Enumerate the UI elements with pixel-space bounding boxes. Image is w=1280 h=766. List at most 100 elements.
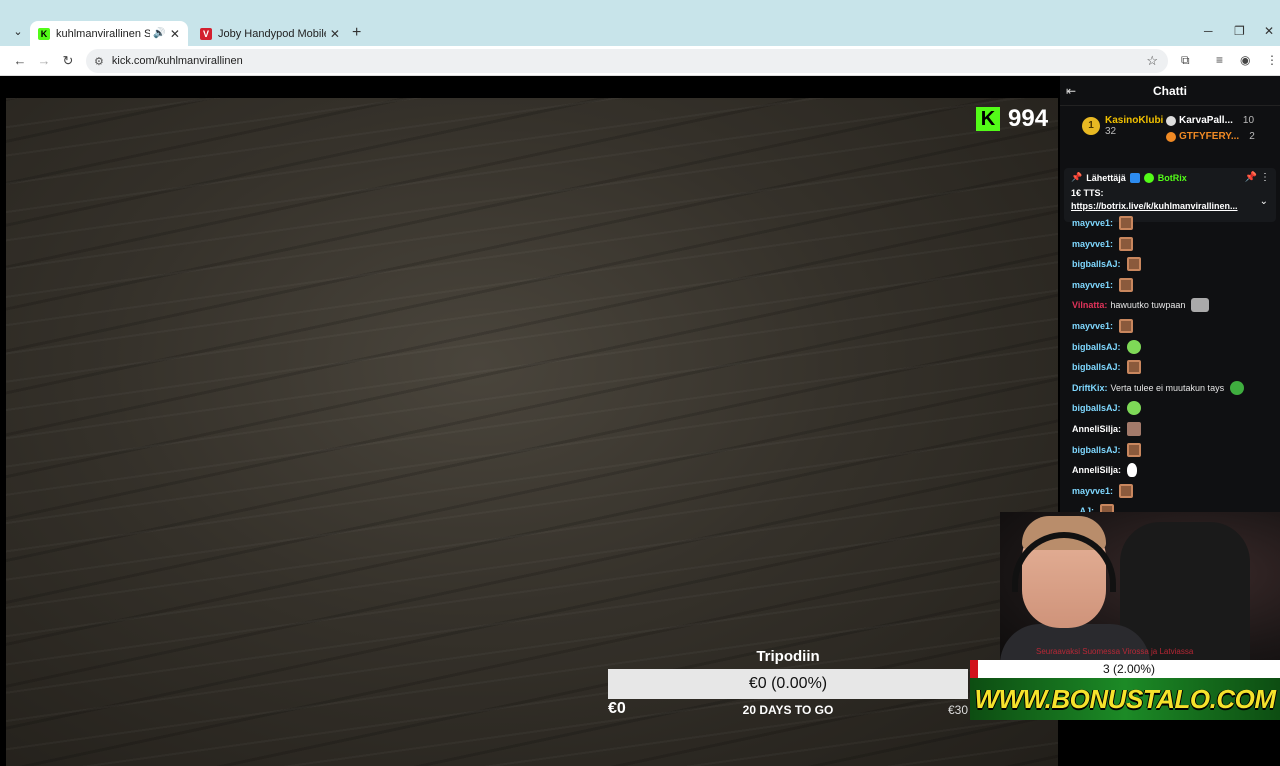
- alien-emote-icon: [1126, 339, 1141, 354]
- box-emote-icon: [1126, 442, 1141, 457]
- browser-toolbar: ← → ↻ ⚙ kick.com/kuhlmanvirallinen ☆ ⧉ ≡…: [0, 46, 1280, 76]
- tab-kick-stream[interactable]: K kuhlmanvirallinen Stream - 🔊 ✕: [30, 21, 188, 46]
- menu-icon[interactable]: ⋮: [1266, 53, 1278, 67]
- chat-username[interactable]: bigballsAJ:: [1072, 362, 1121, 372]
- chat-message[interactable]: mayvve1:: [1072, 483, 1134, 498]
- leader-count: 32: [1105, 126, 1117, 137]
- close-window-icon[interactable]: ✕: [1264, 24, 1274, 38]
- alien-emote-icon: [1126, 401, 1141, 416]
- leader-count: 2: [1249, 131, 1255, 142]
- chat-message[interactable]: mayvve1:: [1072, 216, 1134, 230]
- chat-username[interactable]: mayvve1:: [1072, 239, 1113, 249]
- address-bar[interactable]: ⚙ kick.com/kuhlmanvirallinen ☆: [86, 49, 1168, 73]
- chat-header: ⇤ Chatti: [1060, 76, 1280, 106]
- pinned-by-label: Lähettäjä: [1086, 172, 1126, 183]
- gift-icon: [1166, 115, 1176, 126]
- pinned-text: 1€ TTS:: [1071, 188, 1104, 198]
- pin-icon: 📌: [1071, 172, 1083, 182]
- cat-emote-icon: [1191, 298, 1210, 313]
- sub-goal-bar: 3 (2.00%): [978, 660, 1280, 678]
- chat-message[interactable]: Vilnatta: hawuutko tuwpaan: [1072, 298, 1210, 313]
- chat-message[interactable]: bigballsAJ:: [1072, 339, 1141, 354]
- kick-logo-icon: K: [976, 107, 1000, 131]
- stream-video-frame[interactable]: [6, 98, 1058, 766]
- leader-name: KasinoKlubi: [1105, 115, 1164, 126]
- box-emote-icon: [1126, 360, 1141, 375]
- chat-message[interactable]: mayvve1:: [1072, 319, 1134, 333]
- sub-goal-accent: [970, 660, 978, 678]
- chat-message[interactable]: bigballsAJ:: [1072, 257, 1141, 272]
- browser-titlebar: ⌄ K kuhlmanvirallinen Stream - 🔊 ✕ V Job…: [0, 0, 1280, 46]
- leaderboard-entry[interactable]: GTFYFERY... 2: [1166, 131, 1255, 142]
- chat-username[interactable]: mayvve1:: [1072, 218, 1113, 228]
- chat-username[interactable]: bigballsAJ:: [1072, 403, 1121, 413]
- kick-favicon-icon: K: [38, 27, 50, 40]
- viewer-count: 994: [1008, 105, 1049, 132]
- forward-icon[interactable]: →: [36, 53, 52, 68]
- chat-username[interactable]: bigballsAJ:: [1072, 259, 1121, 269]
- goal-max-label: €30: [948, 703, 969, 717]
- chat-username[interactable]: mayvve1:: [1072, 486, 1113, 496]
- profile-icon[interactable]: ◉: [1240, 53, 1250, 67]
- pin-options-icon[interactable]: 📌 ⋮: [1245, 172, 1270, 183]
- chat-username[interactable]: AnneliSilja:: [1072, 465, 1121, 475]
- tab-joby[interactable]: V Joby Handypod Mobile -minija ✕: [192, 21, 348, 46]
- chat-username[interactable]: AnneliSilja:: [1072, 424, 1121, 434]
- verkkokauppa-favicon-icon: V: [200, 27, 212, 40]
- sponsor-banner: WWW.BONUSTALO.COM: [970, 678, 1280, 720]
- new-tab-button[interactable]: +: [352, 24, 361, 42]
- box-emote-icon: [1119, 483, 1134, 498]
- chat-message[interactable]: mayvve1:: [1072, 236, 1134, 251]
- media-control-icon[interactable]: ≡: [1216, 53, 1223, 67]
- tab-search-icon[interactable]: ⌄: [9, 23, 27, 41]
- site-info-icon[interactable]: ⚙: [94, 55, 104, 68]
- video-player[interactable]: [0, 76, 1060, 766]
- chat-username[interactable]: bigballsAJ:: [1072, 445, 1121, 455]
- box-emote-icon: [1119, 277, 1134, 292]
- chat-username[interactable]: DriftKix:: [1072, 383, 1108, 393]
- duck-emote-icon: [1127, 463, 1138, 478]
- pinned-message[interactable]: 📌 Lähettäjä BotRix 1€ TTS: https://botri…: [1064, 168, 1276, 222]
- chat-message[interactable]: AnneliSilja:: [1072, 422, 1142, 436]
- chat-message[interactable]: DriftKix: Verta tulee ei muutakun tays: [1072, 380, 1245, 395]
- rank-medal-icon: 1: [1082, 117, 1100, 135]
- chat-title: Chatti: [1153, 84, 1187, 98]
- goal-progress-bar: €0 (0.00%): [608, 669, 968, 699]
- tab-title: kuhlmanvirallinen Stream -: [56, 27, 151, 40]
- pinned-link[interactable]: https://botrix.live/k/kuhlmanvirallinen.…: [1071, 201, 1269, 211]
- box-emote-icon: [1126, 257, 1141, 272]
- chat-username[interactable]: mayvve1:: [1072, 280, 1113, 290]
- speaker-icon[interactable]: 🔊: [153, 28, 165, 39]
- chat-username[interactable]: Vilnatta:: [1072, 300, 1107, 310]
- goal-min-label: €0: [608, 700, 626, 717]
- chat-message[interactable]: mayvve1:: [1072, 277, 1134, 292]
- chat-message[interactable]: AnneliSilja:: [1072, 463, 1138, 478]
- back-icon[interactable]: ←: [12, 53, 28, 68]
- extensions-icon[interactable]: ⧉: [1181, 53, 1190, 68]
- leader-name: GTFYFERY...: [1179, 131, 1240, 142]
- frog-emote-icon: [1230, 380, 1245, 395]
- reload-icon[interactable]: ↻: [60, 53, 76, 69]
- minimize-icon[interactable]: ─: [1204, 24, 1213, 38]
- bookmark-star-icon[interactable]: ☆: [1146, 53, 1158, 69]
- chevron-down-icon[interactable]: ⌄: [1260, 196, 1268, 207]
- chat-text: hawuutko tuwpaan: [1110, 300, 1186, 311]
- goal-days-left: 20 DAYS TO GO: [742, 703, 834, 717]
- chat-message[interactable]: bigballsAJ:: [1072, 442, 1141, 457]
- chat-text: Verta tulee ei muutakun tays: [1110, 382, 1225, 393]
- leaderboard-top[interactable]: 1 KasinoKlubi 32: [1082, 115, 1163, 137]
- url-text: kick.com/kuhlmanvirallinen: [111, 55, 243, 67]
- gift-icon: [1166, 131, 1176, 142]
- chat-username[interactable]: bigballsAJ:: [1072, 342, 1121, 352]
- restore-icon[interactable]: ❐: [1234, 24, 1245, 38]
- chat-username[interactable]: mayvve1:: [1072, 321, 1113, 331]
- leaderboard-entry[interactable]: KarvaPall... 10: [1166, 115, 1254, 126]
- close-tab-icon[interactable]: ✕: [170, 27, 180, 41]
- leader-count: 10: [1242, 115, 1255, 126]
- pinned-sender: BotRix: [1157, 172, 1187, 183]
- chat-message[interactable]: bigballsAJ:: [1072, 360, 1141, 375]
- chat-message[interactable]: bigballsAJ:: [1072, 401, 1141, 416]
- leader-name: KarvaPall...: [1179, 115, 1233, 126]
- tab-title: Joby Handypod Mobile -minija: [218, 27, 326, 40]
- close-tab-icon[interactable]: ✕: [330, 27, 340, 41]
